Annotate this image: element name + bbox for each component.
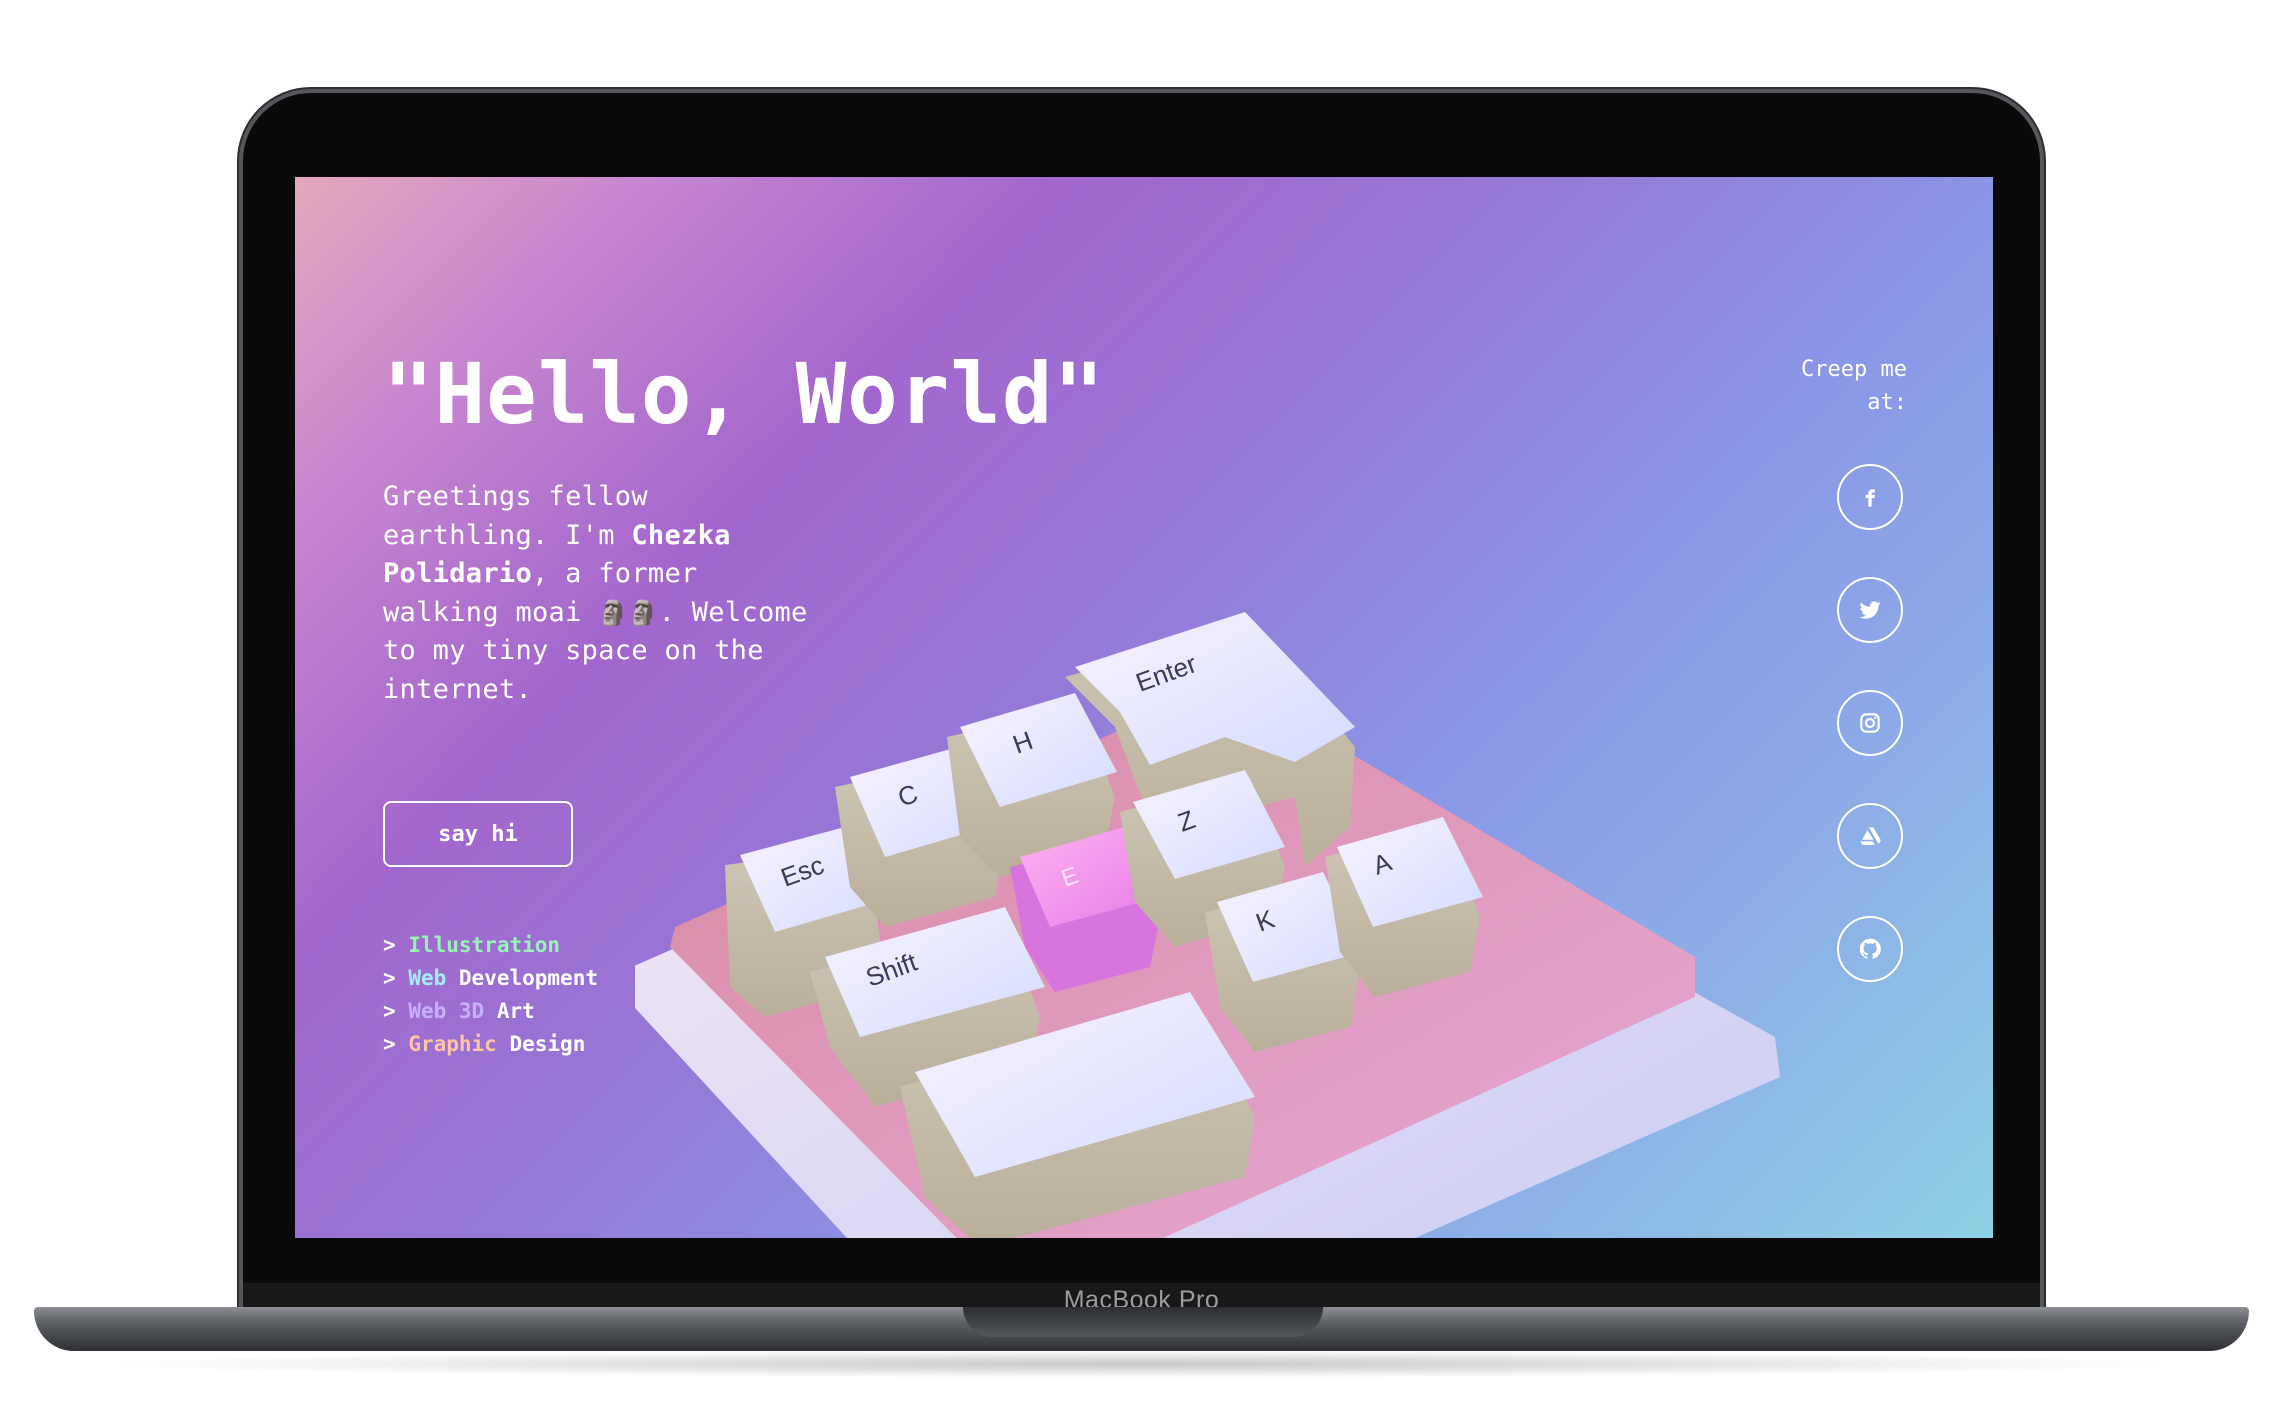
skill-item-web-3d-art: > Web 3D Art — [383, 999, 535, 1023]
github-link[interactable] — [1837, 916, 1903, 982]
skill-item-web-development: > Web Development — [383, 966, 598, 990]
instagram-link[interactable] — [1837, 690, 1903, 756]
instagram-icon — [1860, 713, 1880, 733]
trackpad-notch — [963, 1307, 1323, 1337]
skill-development: Development — [458, 966, 598, 990]
skill-item-graphic-design: > Graphic Design — [383, 1032, 586, 1056]
facebook-link[interactable] — [1837, 464, 1903, 530]
laptop-shadow — [80, 1350, 2200, 1378]
skill-design: Design — [509, 1032, 586, 1056]
skill-graphic: Graphic — [408, 1032, 497, 1056]
keyboard-illustration: Esc C H Enter Shift E Z K A — [635, 612, 1780, 1238]
skill-art: Art — [496, 999, 535, 1023]
twitter-icon — [1859, 601, 1881, 619]
artstation-icon — [1860, 827, 1881, 845]
skill-item-illustration: > Illustration — [383, 933, 561, 957]
twitter-link[interactable] — [1837, 577, 1903, 643]
facebook-icon — [1865, 489, 1875, 507]
skill-web-3d: Web 3D — [408, 999, 485, 1023]
artstation-link[interactable] — [1837, 803, 1903, 869]
skills-list: > Illustration > Web Development > Web 3… — [383, 929, 598, 1061]
skill-web: Web — [408, 966, 447, 990]
say-hi-button[interactable]: say hi — [383, 801, 573, 867]
intro-part-1: Greetings fellow earthling. I'm — [383, 481, 648, 551]
social-heading: Creep me at: — [1801, 357, 1907, 415]
github-icon — [1859, 938, 1881, 959]
social-links — [1837, 464, 1907, 1029]
website-screen: "Hello, World" Greetings fellow earthlin… — [295, 177, 1993, 1238]
skill-illustration: Illustration — [408, 933, 561, 957]
